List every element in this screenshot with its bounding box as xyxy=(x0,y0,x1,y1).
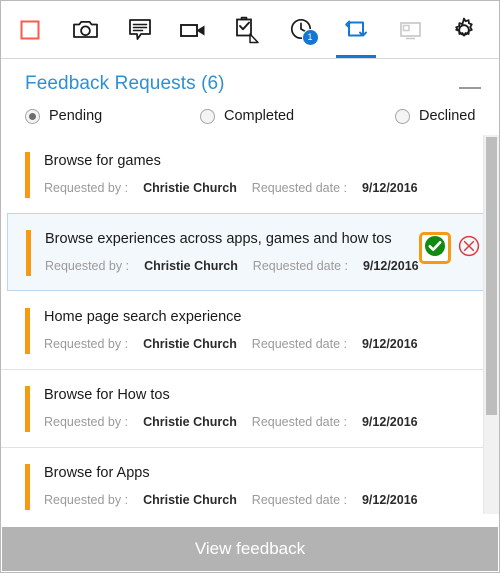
feedback-request-list-container: Browse for games Requested by : Christie… xyxy=(1,135,499,514)
requested-date-label: Requested date : xyxy=(251,415,348,429)
clipboard-check-icon xyxy=(233,14,263,46)
toolbar-group-info xyxy=(491,1,499,58)
requested-date-value: 9/12/2016 xyxy=(362,259,419,273)
list-item[interactable]: Browse for How tos Requested by : Christ… xyxy=(1,369,499,447)
status-bar-indicator xyxy=(25,152,30,198)
feedback-loop-icon xyxy=(342,17,370,43)
requested-by-label: Requested by : xyxy=(44,493,129,507)
requested-by-value: Christie Church xyxy=(143,493,237,507)
feedback-requests-button[interactable] xyxy=(329,1,383,58)
stop-recording-button[interactable] xyxy=(1,1,59,58)
decline-request-button[interactable] xyxy=(456,235,482,261)
requested-by-value: Christie Church xyxy=(143,337,237,351)
screenshot-button[interactable] xyxy=(59,1,113,58)
requested-by-value: Christie Church xyxy=(143,415,237,429)
request-title: Browse for games xyxy=(44,153,161,169)
monitor-share-icon xyxy=(396,19,424,41)
toolbar-group-system xyxy=(383,1,491,58)
radio-declined-label: Declined xyxy=(419,108,476,124)
list-item[interactable]: Home page search experience Requested by… xyxy=(1,291,499,369)
requested-date-label: Requested date : xyxy=(251,181,348,195)
request-meta: Requested by : Christie Church Requested… xyxy=(44,414,499,430)
requested-by-value: Christie Church xyxy=(143,181,237,195)
request-meta: Requested by : Christie Church Requested… xyxy=(44,180,499,196)
comment-button[interactable] xyxy=(113,1,167,58)
list-item[interactable]: Browse for games Requested by : Christie… xyxy=(1,135,499,213)
status-bar-indicator xyxy=(26,230,31,276)
requested-date-value: 9/12/2016 xyxy=(361,181,418,195)
gear-settings-icon xyxy=(451,17,477,43)
requested-by-label: Requested by : xyxy=(44,415,129,429)
requested-date-label: Requested date : xyxy=(251,337,348,351)
history-button[interactable]: 1 xyxy=(275,1,329,58)
radio-declined[interactable]: Declined xyxy=(395,108,475,124)
toolbar-group-media xyxy=(59,1,221,58)
radio-mark-icon xyxy=(395,108,410,124)
comment-icon xyxy=(127,17,153,43)
history-badge-count: 1 xyxy=(301,28,319,46)
request-title: Browse for How tos xyxy=(44,387,170,403)
request-title: Home page search experience xyxy=(44,309,242,325)
requested-date-label: Requested date : xyxy=(252,259,349,273)
active-tab-indicator xyxy=(336,55,376,58)
requested-date-value: 9/12/2016 xyxy=(361,493,418,507)
status-bar-indicator xyxy=(25,386,30,432)
accept-request-button[interactable] xyxy=(419,232,451,264)
request-meta: Requested by : Christie Church Requested… xyxy=(44,336,499,352)
requested-by-value: Christie Church xyxy=(144,259,238,273)
settings-button[interactable] xyxy=(437,1,491,58)
requested-date-value: 9/12/2016 xyxy=(361,337,418,351)
list-item-selected[interactable]: Browse experiences across apps, games an… xyxy=(7,213,493,291)
row-action-group xyxy=(419,232,482,264)
requested-date-value: 9/12/2016 xyxy=(361,415,418,429)
page-title: Feedback Requests (6) xyxy=(25,73,225,94)
toolbar: 1 xyxy=(1,1,499,59)
radio-pending-label: Pending xyxy=(49,108,103,124)
close-circle-icon xyxy=(458,235,480,262)
status-bar-indicator xyxy=(25,308,30,354)
view-feedback-label: View feedback xyxy=(194,539,306,558)
radio-completed[interactable]: Completed xyxy=(200,108,395,124)
minimize-dash-icon xyxy=(459,87,481,89)
stop-recording-icon xyxy=(18,18,42,42)
radio-pending[interactable]: Pending xyxy=(25,108,200,124)
list-item[interactable]: Browse for Apps Requested by : Christie … xyxy=(1,447,499,514)
screen-share-button[interactable] xyxy=(383,1,437,58)
list-scrollbar[interactable] xyxy=(483,135,499,514)
video-camera-icon xyxy=(179,20,209,40)
scrollbar-thumb[interactable] xyxy=(486,137,497,415)
screenshot-camera-icon xyxy=(72,18,100,42)
check-circle-icon xyxy=(424,235,446,262)
request-meta: Requested by : Christie Church Requested… xyxy=(44,492,499,508)
view-feedback-button[interactable]: View feedback xyxy=(2,527,498,571)
record-video-button[interactable] xyxy=(167,1,221,58)
status-bar-indicator xyxy=(25,464,30,510)
requested-by-label: Requested by : xyxy=(45,259,130,273)
status-filter-group: Pending Completed Declined xyxy=(1,95,499,135)
minimize-button[interactable] xyxy=(459,81,481,95)
feedback-tool-window: 1 Feedback Requests (6) Pending Complete… xyxy=(0,0,500,573)
requested-by-label: Requested by : xyxy=(44,337,129,351)
info-button[interactable] xyxy=(491,1,499,58)
radio-completed-label: Completed xyxy=(224,108,295,124)
panel-header: Feedback Requests (6) xyxy=(1,59,499,95)
toolbar-group-capture xyxy=(1,1,59,58)
radio-mark-icon xyxy=(25,108,40,124)
requested-by-label: Requested by : xyxy=(44,181,129,195)
request-title: Browse for Apps xyxy=(44,465,150,481)
requested-date-label: Requested date : xyxy=(251,493,348,507)
steps-recorder-button[interactable] xyxy=(221,1,275,58)
toolbar-group-tracking: 1 xyxy=(221,1,383,58)
feedback-request-list: Browse for games Requested by : Christie… xyxy=(1,135,499,514)
radio-mark-icon xyxy=(200,108,215,124)
